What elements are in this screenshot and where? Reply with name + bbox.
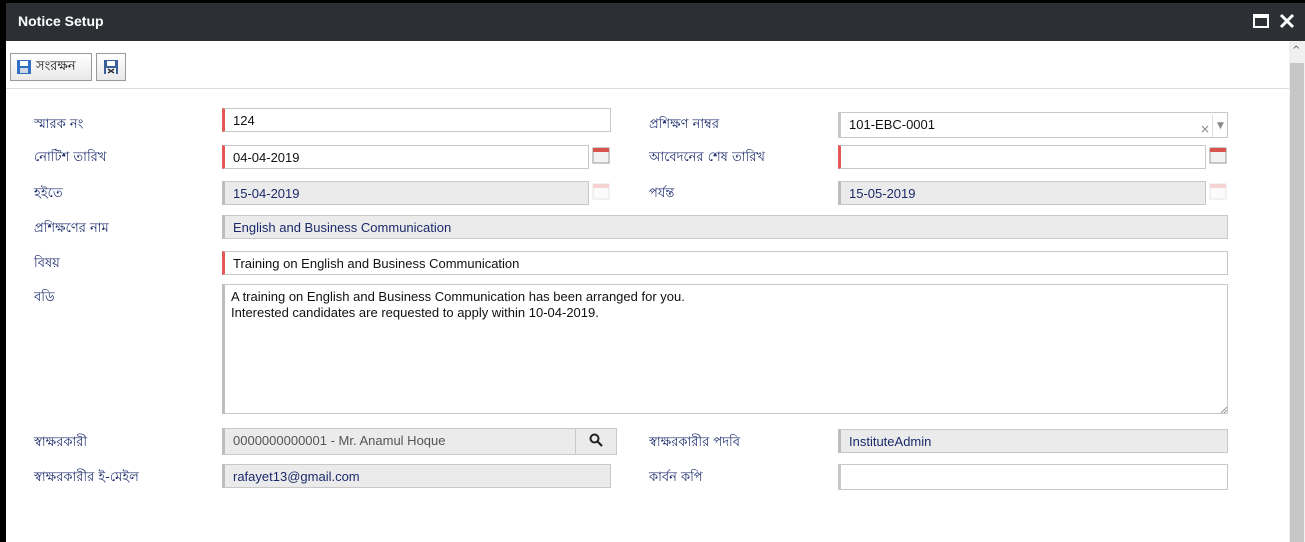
close-icon[interactable] [1278, 12, 1298, 32]
window-title: Notice Setup [18, 13, 104, 29]
chevron-down-icon[interactable]: ▼ [1212, 115, 1228, 137]
subject-label: বিষয় [34, 256, 60, 271]
training-no-label: প্রশিক্ষণ নাম্বর [649, 117, 719, 132]
memo-no-input[interactable]: 124 [222, 108, 611, 132]
notice-date-input[interactable]: 04-04-2019 [222, 145, 589, 169]
signatory-designation-label: স্বাক্ষরকারীর পদবি [649, 435, 740, 450]
subject-input[interactable]: Training on English and Business Communi… [222, 251, 1228, 275]
from-date-label: হইতে [34, 186, 63, 201]
from-date-input: 15-04-2019 [222, 181, 589, 205]
memo-no-label: স্মারক নং [34, 117, 84, 132]
notice-date-label: নোটিশ তারিখ [34, 150, 107, 165]
calendar-icon [1209, 182, 1227, 200]
scrollbar-thumb[interactable] [1290, 63, 1304, 542]
title-bar: Notice Setup [6, 3, 1305, 41]
training-name-label: প্রশিক্ষণের নাম [34, 221, 109, 236]
toolbar: সংরক্ষন [6, 41, 1289, 89]
to-date-input: 15-05-2019 [838, 181, 1206, 205]
notice-setup-window: Notice Setup সংরক্ষন ^ স্মারক নং 124 প্র… [6, 3, 1305, 542]
body-label: বডি [34, 290, 55, 305]
calendar-icon [592, 182, 610, 200]
search-icon [589, 433, 603, 451]
signatory-email-input: rafayet13@gmail.com [222, 464, 611, 488]
search-button[interactable] [575, 428, 617, 455]
save-close-icon [103, 59, 119, 75]
save-icon [16, 59, 32, 75]
resize-handle-icon[interactable] [1218, 403, 1228, 414]
application-deadline-input[interactable] [838, 145, 1206, 169]
scroll-up-icon[interactable]: ^ [1292, 45, 1300, 56]
calendar-icon[interactable] [1209, 146, 1227, 164]
signatory-label: স্বাক্ষরকারী [34, 435, 88, 450]
carbon-copy-label: কার্বন কপি [649, 470, 703, 485]
signatory-email-label: স্বাক্ষরকারীর ই-মেইল [34, 470, 139, 485]
to-date-label: পর্যন্ত [649, 186, 675, 201]
carbon-copy-input[interactable] [838, 464, 1228, 490]
save-button[interactable]: সংরক্ষন [10, 53, 92, 81]
clear-icon[interactable]: × [1200, 122, 1210, 136]
calendar-icon[interactable] [592, 146, 610, 164]
vertical-scrollbar[interactable]: ^ [1289, 41, 1305, 542]
signatory-input: 0000000000001 - Mr. Anamul Hoque [222, 428, 576, 455]
maximize-icon[interactable] [1252, 12, 1272, 32]
save-button-label: সংরক্ষন [36, 58, 76, 74]
training-no-select[interactable]: 101-EBC-0001 [838, 112, 1228, 138]
training-name-input: English and Business Communication [222, 215, 1228, 239]
save-close-button[interactable] [96, 53, 126, 81]
application-deadline-label: আবেদনের শেষ তারিখ [649, 150, 765, 165]
signatory-designation-input: InstituteAdmin [838, 429, 1228, 453]
body-textarea[interactable]: A training on English and Business Commu… [222, 284, 1228, 414]
